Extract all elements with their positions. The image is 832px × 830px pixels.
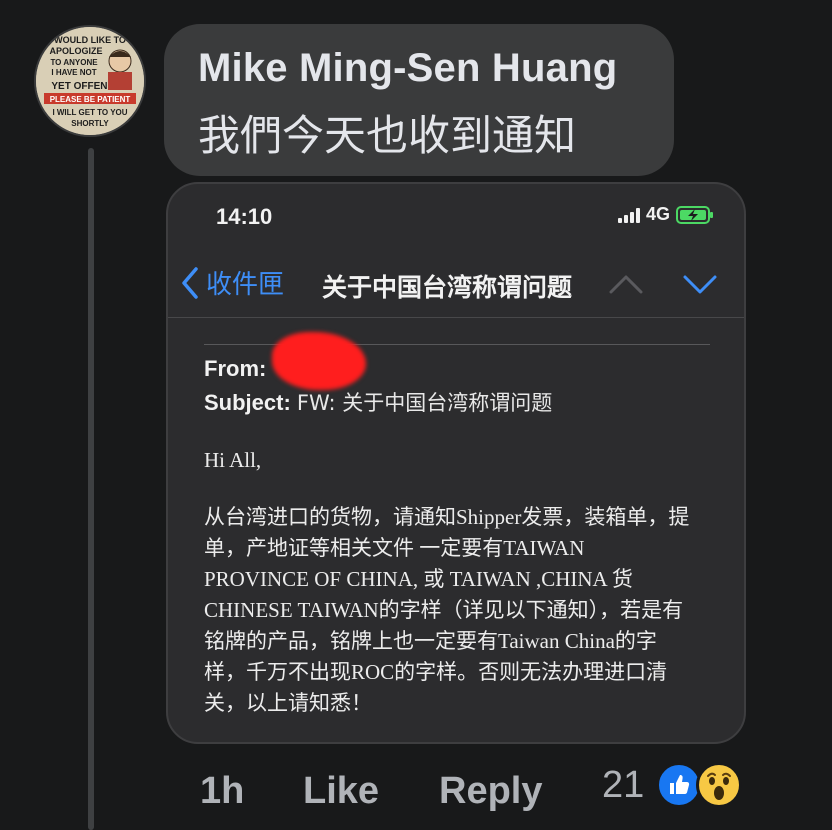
attached-screenshot[interactable]: 14:10 4G 收件匣 关于中国台湾称谓问题 From: Subject: F…: [166, 182, 746, 744]
chevron-up-icon[interactable]: [608, 266, 644, 302]
reply-button[interactable]: Reply: [439, 766, 542, 816]
comment-timestamp[interactable]: 1h: [200, 766, 244, 816]
network-type: 4G: [645, 204, 670, 224]
email-body-line: 从台湾进口的货物，请通知Shipper发票，装箱单，提: [204, 505, 690, 529]
reaction-summary[interactable]: 21: [602, 762, 743, 808]
avatar-line: APOLOGIZE: [49, 46, 102, 56]
reaction-count: 21: [602, 763, 645, 806]
email-body-line: 单，产地证等相关文件 一定要有TAIWAN: [204, 536, 585, 560]
avatar-line: I WILL GET TO YOU: [52, 108, 127, 117]
avatar-line: SHORTLY: [71, 119, 109, 128]
email-body-line: 铭牌的产品，铭牌上也一定要有Taiwan China的字: [204, 629, 657, 653]
status-time: 14:10: [216, 204, 273, 229]
redaction-mark: [272, 332, 366, 390]
thread-line: [88, 148, 94, 830]
email-from: From:: [204, 356, 266, 382]
avatar-line: I HAVE NOT: [51, 68, 96, 77]
avatar-line: TO ANYONE: [50, 58, 98, 67]
back-button[interactable]: 收件匣: [180, 264, 284, 301]
email-body-line: PROVINCE OF CHINA, 或 TAIWAN ,CHINA 货: [204, 567, 633, 591]
email-body-line: 样，千万不出现ROC的字样。否则无法办理进口清: [204, 660, 668, 684]
subject-label: Subject:: [204, 390, 291, 415]
back-label: 收件匣: [206, 270, 285, 300]
avatar-line: WOULD LIKE TO: [54, 35, 126, 45]
status-bar-right: 4G: [617, 204, 714, 225]
chevron-down-icon[interactable]: [682, 266, 718, 302]
signal-icon: [617, 207, 640, 223]
email-body: 从台湾进口的货物，请通知Shipper发票，装箱单，提 单，产地证等相关文件 一…: [204, 502, 724, 719]
comment-text: 我們今天也收到通知: [198, 111, 577, 160]
like-button[interactable]: Like: [303, 766, 379, 816]
battery-charging-icon: [676, 205, 713, 224]
from-label: From:: [204, 356, 267, 381]
chevron-left-icon: [182, 266, 198, 299]
mail-title: 关于中国台湾称谓问题: [322, 273, 573, 302]
wow-reaction-icon: [696, 762, 743, 808]
comment-bubble: Mike Ming-Sen Huang 我們今天也收到通知: [164, 24, 674, 176]
comment-author[interactable]: Mike Ming-Sen Huang: [198, 46, 617, 91]
subject-value: FW: 关于中国台湾称谓问题: [296, 391, 553, 415]
avatar-line: PLEASE BE PATIENT: [50, 95, 131, 104]
mail-nav-bar: 收件匣 关于中国台湾称谓问题: [168, 252, 744, 318]
email-body-line: CHINESE TAIWAN的字样（详见以下通知），若是有: [204, 598, 684, 622]
email-body-line: 关，以上请知悉！: [204, 691, 372, 715]
email-greeting: Hi All,: [204, 448, 262, 472]
avatar[interactable]: WOULD LIKE TO APOLOGIZE TO ANYONE I HAVE…: [34, 25, 146, 137]
email-subject: Subject: FW: 关于中国台湾称谓问题: [204, 387, 552, 417]
avatar-image: WOULD LIKE TO APOLOGIZE TO ANYONE I HAVE…: [36, 27, 144, 135]
